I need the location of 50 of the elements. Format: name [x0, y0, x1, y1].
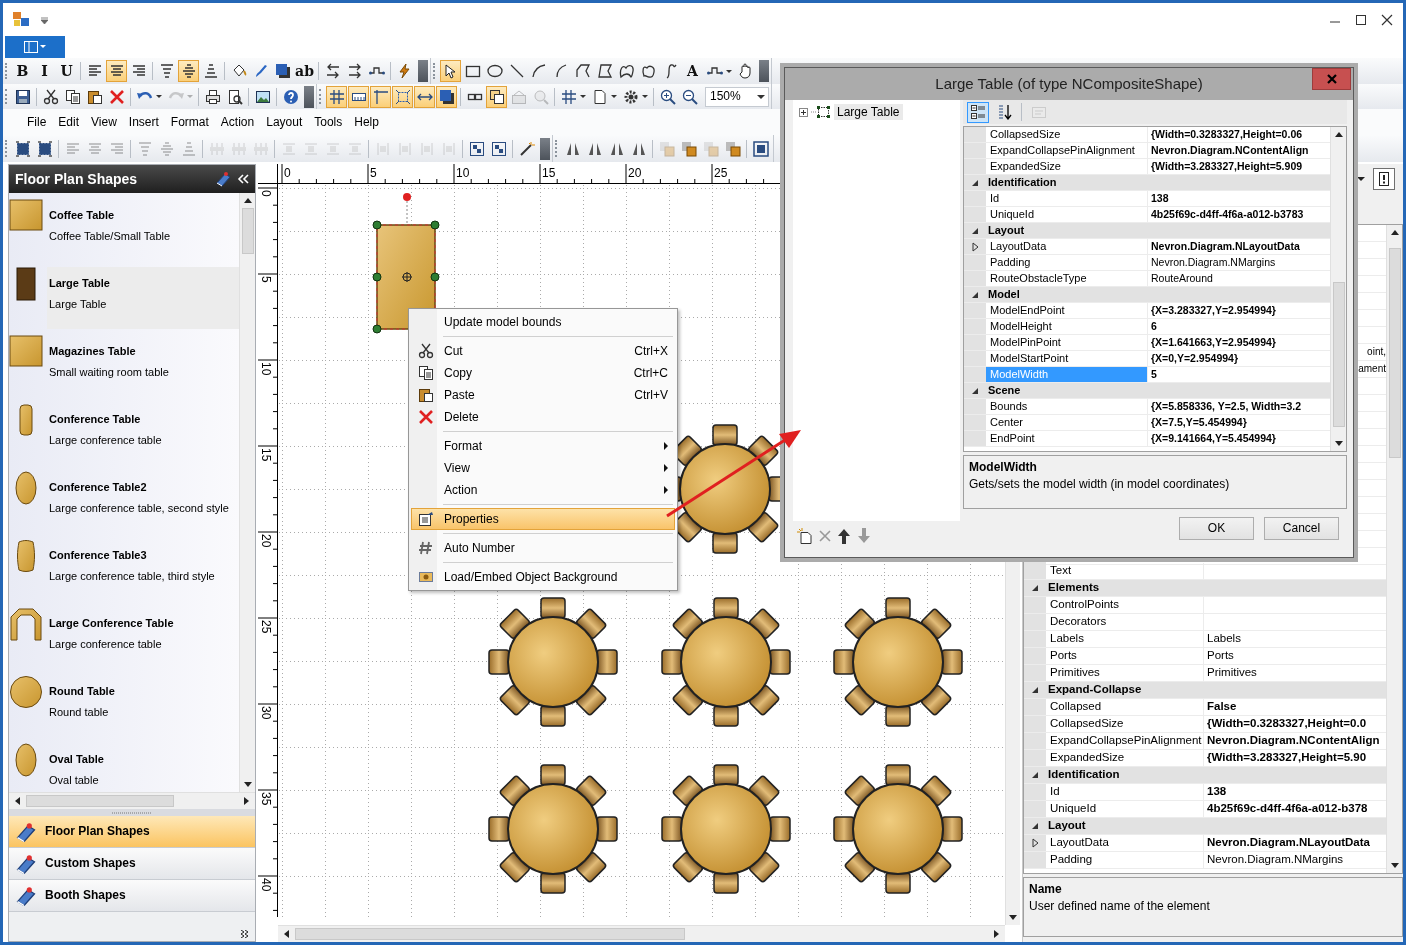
description-text: Gets/sets the model width (in model coordinates)	[969, 477, 1231, 492]
ruler-label: 35	[259, 792, 273, 806]
shape-name: Oval Table	[49, 753, 105, 767]
shape-description: Coffee Table/Small Table	[49, 230, 172, 244]
category-label: Identification	[1046, 767, 1386, 783]
ruler-label: 0	[284, 166, 291, 180]
description-title: Name	[1029, 882, 1063, 897]
shape-name: Large Conference Table	[49, 617, 175, 631]
shape-description: Large conference table, second style	[49, 502, 230, 516]
category-label: Identification	[986, 175, 1330, 190]
shape-description: Round table	[49, 706, 110, 720]
shape-name: Conference Table2	[49, 481, 148, 495]
ruler-label: 0	[259, 190, 273, 197]
shortcut-text: Ctrl+V	[634, 387, 669, 403]
ruler-label: 10	[456, 166, 470, 180]
shape-description: Large conference table	[49, 434, 163, 448]
ruler-label: 15	[542, 166, 556, 180]
shape-description: Oval table	[49, 774, 100, 788]
description-text: User defined name of the element	[1029, 899, 1211, 914]
ruler-label: 15	[259, 448, 273, 462]
ruler-label: 25	[714, 166, 728, 180]
ruler-label: 20	[628, 166, 642, 180]
shape-description: Small waiting room table	[49, 366, 170, 380]
shape-name: Magazines Table	[49, 345, 137, 359]
category-label: Layout	[986, 223, 1330, 238]
description-title: ModelWidth	[969, 460, 1038, 475]
ruler-label: 20	[259, 534, 273, 548]
shape-description: Large conference table	[49, 638, 163, 652]
shape-description: Large Table	[49, 298, 108, 312]
shortcut-text: Ctrl+X	[634, 343, 669, 359]
panel-title: Floor Plan Shapes	[15, 170, 138, 188]
shape-name: Conference Table3	[49, 549, 148, 563]
category-label: Expand-Collapse	[1046, 682, 1386, 698]
category-label: Layout	[1046, 818, 1386, 834]
ruler-label: 5	[370, 166, 377, 180]
ruler-label: 40	[259, 878, 273, 892]
shape-name: Round Table	[49, 685, 116, 699]
category-label: Scene	[986, 383, 1330, 398]
category-label: Model	[986, 287, 1330, 302]
shortcut-text: Ctrl+C	[633, 365, 669, 381]
ruler-label: 25	[259, 620, 273, 634]
category-label: Elements	[1046, 580, 1386, 596]
ruler-label: 5	[259, 276, 273, 283]
shape-name: Large Table	[49, 277, 111, 291]
ruler-label: 10	[259, 362, 273, 376]
dialog-title: Large Table (of type NCompositeShape)	[935, 75, 1203, 93]
shape-name: Conference Table	[49, 413, 142, 427]
ruler-label: 30	[259, 706, 273, 720]
shape-description: Large conference table, third style	[49, 570, 216, 584]
shape-name: Coffee Table	[49, 209, 116, 223]
